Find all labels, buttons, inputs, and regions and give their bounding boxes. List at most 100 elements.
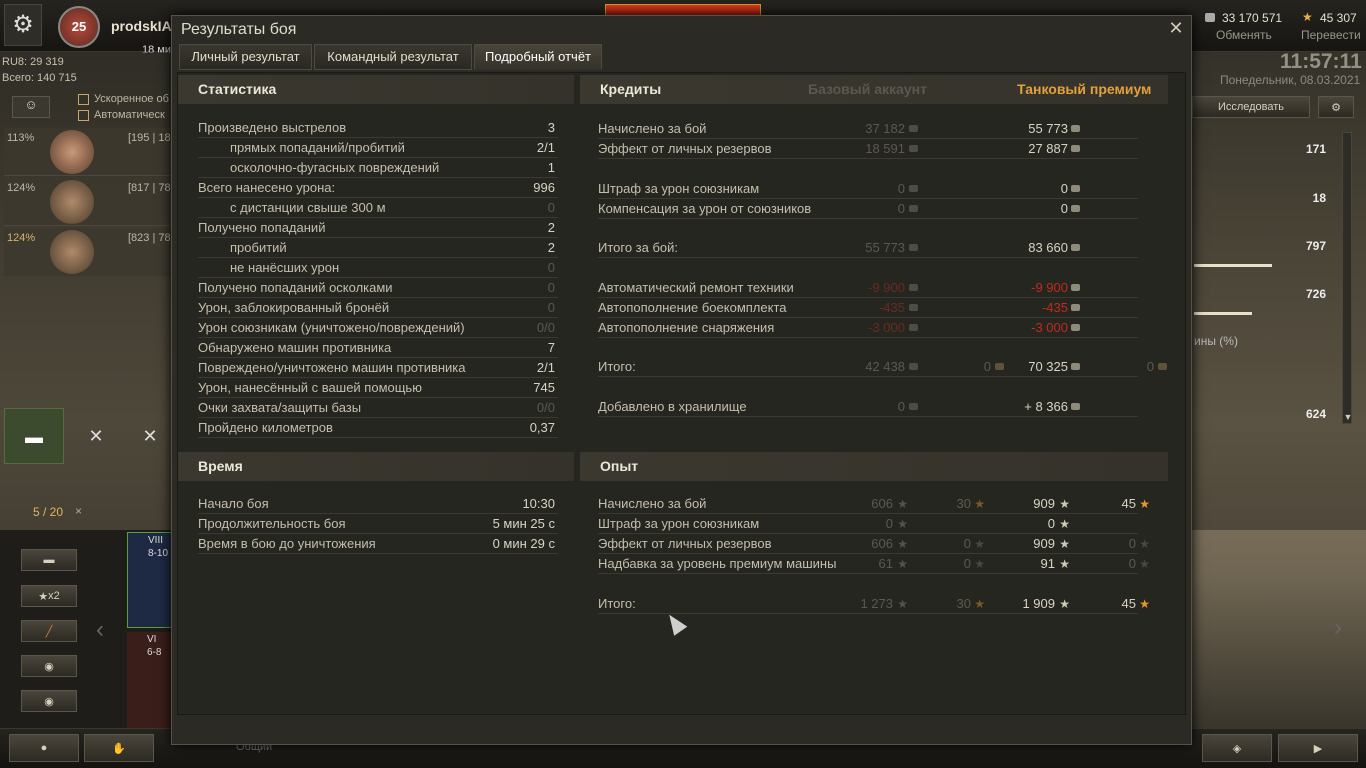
vehicle-card-1[interactable]: VIII 8-10: [127, 532, 172, 628]
stat-value-1: 171: [1305, 142, 1326, 156]
dialog-title: Результаты боя: [181, 21, 297, 38]
premium-credits-value: -3 000: [1031, 320, 1068, 335]
stat-label: Обнаружено машин противника: [198, 340, 392, 355]
exp-label: Надбавка за уровень премиум машины: [598, 556, 837, 571]
handshake-icon[interactable]: ✋: [84, 734, 154, 762]
stat-label: прямых попаданий/пробитий: [230, 140, 405, 155]
x2-label: x2: [48, 590, 60, 602]
tank-filter-medium-icon[interactable]: ✕: [68, 408, 124, 464]
auto-checkbox[interactable]: [78, 110, 89, 121]
exp-row: Итого: 1 273 ★ 30 ★ 1 909 ★ 45 ★: [598, 594, 1158, 614]
free-exp-star-icon: ★: [1139, 497, 1150, 511]
gold-bar-icon: [1158, 363, 1167, 370]
crew-slot-1[interactable]: 113% [195 | 18: [4, 128, 172, 176]
clan-icon[interactable]: ◈: [1202, 734, 1272, 762]
stat-row: прямых попаданий/пробитий 2/1: [198, 138, 558, 158]
exp-star-icon: ★: [897, 517, 908, 531]
transfer-link[interactable]: Перевести: [1301, 28, 1361, 42]
credit-label: Итого за бой:: [598, 240, 679, 255]
stat-label: не нанёсших урон: [230, 260, 340, 275]
free-exp-star-icon: ★: [1139, 537, 1150, 551]
clear-filter-close-icon[interactable]: ×: [75, 504, 82, 518]
mouse-cursor-icon: [662, 610, 688, 636]
tab-team[interactable]: Командный результат: [314, 44, 472, 70]
premium-credits-value: 27 887: [1028, 141, 1068, 156]
user-icon[interactable]: ●: [9, 734, 79, 762]
stat-label: с дистанции свыше 300 м: [230, 200, 386, 215]
stat-row: Всего нанесено урона: 996: [198, 178, 558, 198]
row-divider: [598, 257, 1138, 258]
premium-credits-value: 55 773: [1028, 121, 1068, 136]
stat-label: Очки захвата/защиты базы: [198, 400, 362, 415]
base-credits-value: 42 438: [865, 359, 905, 374]
battle-results-dialog: Результаты боя ✕ Личный результат Команд…: [171, 15, 1192, 745]
stat-value-3: 797: [1305, 239, 1326, 253]
stat-label: осколочно-фугасных повреждений: [230, 160, 440, 175]
notifications-icon[interactable]: ▶: [1278, 734, 1358, 762]
credits-icon: [909, 324, 918, 331]
carousel-left-arrow-icon[interactable]: ‹: [96, 616, 104, 644]
premium-tank-button[interactable]: ◉: [21, 655, 77, 677]
crew-portrait-avatar: [50, 130, 94, 174]
stat-value: 0/0: [536, 320, 555, 335]
row-divider: [598, 573, 1138, 574]
credits-icon: [909, 244, 918, 251]
base-exp-value: 606: [871, 496, 893, 511]
tier: VIII: [148, 535, 164, 546]
credit-label: Автопополнение боекомплекта: [598, 300, 787, 315]
accel-checkbox[interactable]: [78, 94, 89, 105]
credits-icon: [1071, 125, 1080, 132]
base-free-exp-value: 0: [963, 556, 971, 571]
scroll-down-chevron-icon[interactable]: ▼: [1342, 412, 1354, 426]
time-value: 10:30: [522, 496, 555, 511]
scrollbar[interactable]: [1342, 132, 1352, 424]
base-exp-value: 1 273: [860, 596, 893, 611]
credits-icon: [1071, 324, 1080, 331]
credit-label: Штраф за урон союзникам: [598, 181, 760, 196]
base-credits-value: 0: [897, 181, 905, 196]
rental-tank-button[interactable]: ◉: [21, 690, 77, 712]
tab-detailed-report[interactable]: Подробный отчёт: [474, 44, 602, 70]
stat-label: Произведено выстрелов: [198, 120, 347, 135]
credits-header: Кредиты Базовый аккаунт Танковый премиум: [580, 75, 1168, 104]
stat-value: 2: [547, 240, 555, 255]
research-button[interactable]: Исследовать: [1192, 96, 1310, 118]
premium-free-exp-value: 0: [1128, 536, 1136, 551]
base-free-exp-value: 0: [963, 536, 971, 551]
time-header: Время: [178, 452, 574, 481]
exp-star-icon: ★: [1059, 537, 1070, 551]
tab-personal[interactable]: Личный результат: [179, 44, 312, 70]
crew-slot-2[interactable]: 124% [817 | 78: [4, 178, 172, 226]
credit-row: Компенсация за урон от союзников 0 0: [598, 199, 1158, 219]
time-label: Время в бою до уничтожения: [198, 536, 376, 551]
exp-star-icon: ★: [897, 537, 908, 551]
crew-percent: 124%: [7, 182, 36, 194]
premium-credits-value: 70 325: [1028, 359, 1068, 374]
exp-row: Начислено за бой 606 ★ 30 ★ 909 ★ 45 ★: [598, 494, 1158, 514]
premium-credits-value: 0: [1060, 201, 1068, 216]
stat-label: Пройдено километров: [198, 420, 333, 435]
tank-filter-light-icon[interactable]: ▬: [4, 408, 64, 464]
premium-free-exp-value: 0: [1128, 556, 1136, 571]
crew-group-icon[interactable]: ☺: [12, 96, 50, 118]
exchange-link[interactable]: Обменять: [1216, 28, 1272, 42]
stat-value: 745: [533, 380, 555, 395]
stat-row: Очки захвата/защиты базы 0/0: [198, 398, 558, 418]
premium-exp-value: 909: [1033, 536, 1055, 551]
tank-filter-heavy-icon[interactable]: ✕: [128, 408, 172, 464]
stats-header: Статистика: [178, 75, 574, 104]
stripe-button[interactable]: ╱: [21, 620, 77, 642]
settings-gear-icon[interactable]: ⚙: [4, 4, 42, 46]
close-icon[interactable]: ✕: [1167, 18, 1185, 38]
exp-star-icon: ★: [1059, 497, 1070, 511]
vehicle-card-2[interactable]: VI 6-8: [127, 632, 172, 728]
credits-icon: [1071, 403, 1080, 410]
row-divider: [198, 437, 558, 438]
carousel-right-arrow-icon[interactable]: ›: [1334, 614, 1342, 642]
gold-star-icon: ★: [1302, 10, 1313, 24]
compare-tank-icon[interactable]: ⚙: [1318, 96, 1354, 118]
crew-slot-3[interactable]: 124% [823 | 78: [4, 228, 172, 276]
x2-bonus-button[interactable]: ★ x2: [21, 585, 77, 607]
tank-type-button[interactable]: ▬: [21, 549, 77, 571]
credit-row: Добавлено в хранилище 0 + 8 366: [598, 397, 1158, 417]
